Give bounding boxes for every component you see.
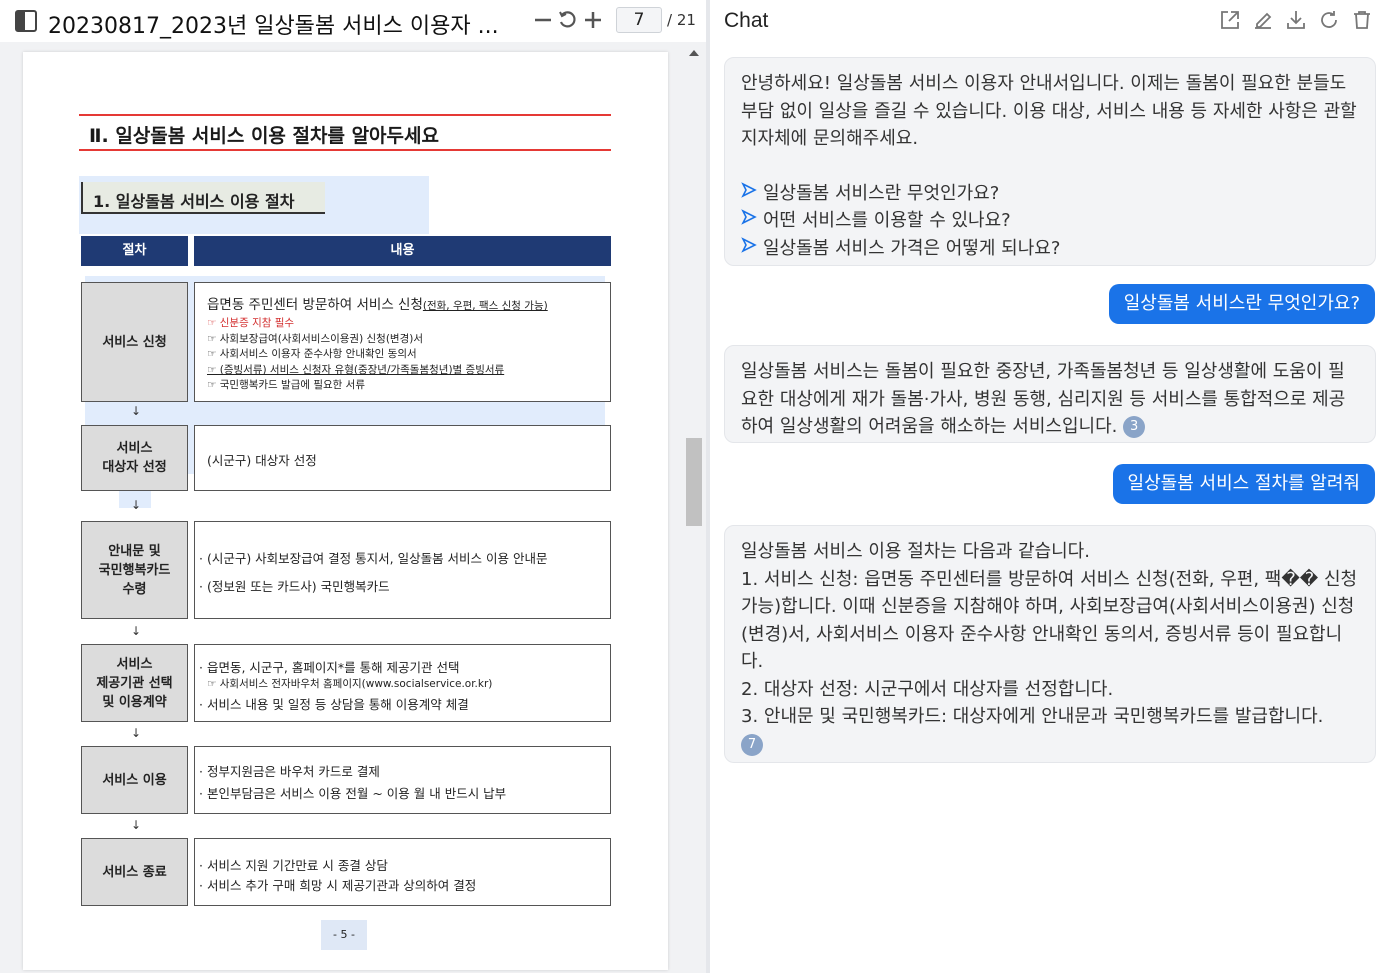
chat-title: Chat [724, 9, 769, 32]
step-label-select: 서비스 대상자 선정 [81, 425, 188, 491]
step-label-text: 서비스 종료 [102, 864, 167, 880]
download-icon[interactable] [1283, 8, 1309, 34]
section-title: Ⅱ. 일상돌봄 서비스 이용 절차를 알아두세요 [89, 125, 439, 147]
flow-arrow: ↓ [131, 404, 142, 418]
page-total: / 21 [667, 11, 696, 29]
content-line: ☞ (증빙서류) 서비스 신청자 유형(중장년/가족돌봄청년)별 증빙서류 [207, 364, 505, 376]
bot-message: 일상돌봄 서비스 이용 절차는 다음과 같습니다. 1. 서비스 신청: 읍면동… [724, 525, 1376, 763]
step-content-end: · 서비스 지원 기간만료 시 종결 상담 · 서비스 추가 구매 희망 시 제… [194, 838, 611, 906]
sidebar-icon[interactable] [14, 9, 38, 39]
content-text: (전화, 우편, 팩스 신청 가능) [422, 300, 548, 312]
chat-scrollbar[interactable] [1384, 40, 1390, 973]
content-line: ☞ 사회서비스 이용자 준수사항 안내확인 동의서 [207, 348, 417, 360]
chat-pane: Chat 안녕하세요! 일상돌봄 서비스 이용자 안내서입니다. 이제는 돌봄이… [710, 0, 1390, 973]
step-content-notice: · (시군구) 사회보장급여 결정 통지서, 일상돌봄 서비스 이용 안내문 ·… [194, 521, 611, 619]
document-title: 20230817_2023년 일상돌봄 서비스 이용자 ... [48, 14, 499, 39]
content-line: 읍면동 주민센터 방문하여 서비스 신청(전화, 우편, 팩스 신청 가능) [207, 293, 548, 313]
plus-icon[interactable] [582, 9, 604, 37]
content-line: · 서비스 추가 구매 희망 시 제공기관과 상의하여 결정 [199, 878, 477, 893]
content-line: · (시군구) 사회보장급여 결정 통지서, 일상돌봄 서비스 이용 안내문 [199, 551, 548, 566]
step-label-text: 서비스 이용 [102, 772, 167, 788]
bot-message: 일상돌봄 서비스는 돌봄이 필요한 중장년, 가족돌봄청년 등 일상생활에 도움… [724, 345, 1376, 443]
message-line: 1. 서비스 신청: 읍면동 주민센터를 방문하여 서비스 신청(전화, 우편,… [741, 568, 1358, 673]
pdf-canvas[interactable]: Ⅱ. 일상돌봄 서비스 이용 절차를 알아두세요 1. 일상돌봄 서비스 이용 … [0, 42, 706, 973]
pdf-toolbar: 20230817_2023년 일상돌봄 서비스 이용자 ... / 21 [0, 0, 706, 42]
content-line: · 서비스 지원 기간만료 시 종결 상담 [199, 858, 388, 873]
step-label-text: 안내문 및 국민행복카드 수령 [98, 543, 171, 597]
scrollbar-thumb[interactable] [686, 438, 702, 526]
content-line: ☞ 신분증 지참 필수 [207, 317, 295, 329]
column-header-step: 절차 [81, 236, 188, 266]
suggestion-item[interactable]: 일상돌봄 서비스란 무엇인가요? [741, 180, 1359, 208]
citation-badge[interactable]: 7 [741, 733, 763, 756]
page-number: - 5 - [321, 920, 367, 950]
step-label-end: 서비스 종료 [81, 838, 188, 906]
message-line: 3. 안내문 및 국민행복카드: 대상자에게 안내문과 국민행복카드를 발급합니… [741, 706, 1324, 727]
user-message: 일상돌봄 서비스 절차를 알려줘 [1112, 464, 1375, 504]
message-line: 일상돌봄 서비스 이용 절차는 다음과 같습니다. [741, 541, 1090, 562]
rotate-icon[interactable] [557, 9, 579, 37]
send-arrow-icon [741, 180, 757, 208]
content-line: ☞ 국민행복카드 발급에 필요한 서류 [207, 379, 366, 391]
pdf-page: Ⅱ. 일상돌봄 서비스 이용 절차를 알아두세요 1. 일상돌봄 서비스 이용 … [23, 52, 668, 970]
column-header-content: 내용 [194, 236, 611, 266]
flow-arrow: ↓ [131, 498, 142, 512]
content-line: · 읍면동, 시군구, 홈페이지*를 통해 제공기관 선택 [199, 660, 460, 675]
content-line: · 정부지원금은 바우처 카드로 결제 [199, 764, 380, 779]
page-number-input[interactable] [616, 7, 662, 33]
content-line: ☞ 사회서비스 전자바우처 홈페이지(www.socialservice.or.… [207, 678, 493, 690]
user-message: 일상돌봄 서비스란 무엇인가요? [1108, 284, 1375, 324]
message-text: 일상돌봄 서비스는 돌봄이 필요한 중장년, 가족돌봄청년 등 일상생활에 도움… [741, 361, 1346, 437]
content-line: · 본인부담금은 서비스 이용 전월 ~ 이용 월 내 반드시 납부 [199, 786, 507, 801]
flow-arrow: ↓ [131, 624, 142, 638]
step-content-apply: 읍면동 주민센터 방문하여 서비스 신청(전화, 우편, 팩스 신청 가능) ☞… [194, 282, 611, 402]
step-label-use: 서비스 이용 [81, 746, 188, 814]
subsection-title: 1. 일상돌봄 서비스 이용 절차 [81, 182, 325, 214]
step-content-select: (시군구) 대상자 선정 [194, 425, 611, 491]
suggestion-item[interactable]: 어떤 서비스를 이용할 수 있나요? [741, 207, 1359, 235]
content-line: · (정보원 또는 카드사) 국민행복카드 [199, 579, 390, 594]
message-text: 안녕하세요! 일상돌봄 서비스 이용자 안내서입니다. 이제는 돌봄이 필요한 … [741, 73, 1357, 149]
flow-arrow: ↓ [131, 818, 142, 832]
suggestion-text: 일상돌봄 서비스란 무엇인가요? [763, 182, 1000, 204]
flow-arrow: ↓ [131, 726, 142, 740]
suggestion-text: 일상돌봄 서비스 가격은 어떻게 되나요? [763, 237, 1061, 259]
step-label-text: 서비스 제공기관 선택 및 이용계약 [96, 656, 173, 710]
scroll-up-icon[interactable] [689, 50, 699, 56]
content-line: ☞ 사회보장급여(사회서비스이용권) 신청(변경)서 [207, 333, 424, 345]
step-label-notice: 안내문 및 국민행복카드 수령 [81, 521, 188, 619]
send-arrow-icon [741, 207, 757, 235]
content-line: · 서비스 내용 및 일정 등 상담을 통해 이용계약 체결 [199, 697, 469, 712]
trash-icon[interactable] [1349, 8, 1375, 34]
citation-badge[interactable]: 3 [1123, 416, 1146, 438]
step-content-contract: · 읍면동, 시군구, 홈페이지*를 통해 제공기관 선택 ☞ 사회서비스 전자… [194, 644, 611, 722]
share-icon[interactable] [1217, 8, 1243, 34]
step-label-text: 서비스 신청 [102, 334, 167, 350]
step-label-contract: 서비스 제공기관 선택 및 이용계약 [81, 644, 188, 722]
step-label-apply: 서비스 신청 [81, 282, 188, 402]
suggestion-text: 어떤 서비스를 이용할 수 있나요? [763, 210, 1011, 231]
step-content-use: · 정부지원금은 바우처 카드로 결제 · 본인부담금은 서비스 이용 전월 ~… [194, 746, 611, 814]
refresh-icon[interactable] [1316, 8, 1342, 34]
content-line: (시군구) 대상자 선정 [207, 453, 317, 468]
pdf-viewer-pane: 20230817_2023년 일상돌봄 서비스 이용자 ... / 21 [0, 0, 706, 973]
content-text: 읍면동 주민센터 방문하여 서비스 신청 [207, 297, 423, 313]
app-window: 20230817_2023년 일상돌봄 서비스 이용자 ... / 21 [0, 0, 1390, 973]
suggestion-item[interactable]: 일상돌봄 서비스 가격은 어떻게 되나요? [741, 235, 1359, 263]
section-title-box: Ⅱ. 일상돌봄 서비스 이용 절차를 알아두세요 [79, 114, 611, 151]
send-arrow-icon [741, 235, 757, 263]
edit-icon[interactable] [1250, 8, 1276, 34]
minus-icon[interactable] [532, 9, 554, 37]
step-label-text: 서비스 대상자 선정 [102, 441, 167, 475]
bot-message-welcome: 안녕하세요! 일상돌봄 서비스 이용자 안내서입니다. 이제는 돌봄이 필요한 … [724, 57, 1376, 266]
vertical-scrollbar[interactable] [684, 42, 706, 973]
message-line: 2. 대상자 선정: 시군구에서 대상자를 선정합니다. [741, 678, 1114, 700]
